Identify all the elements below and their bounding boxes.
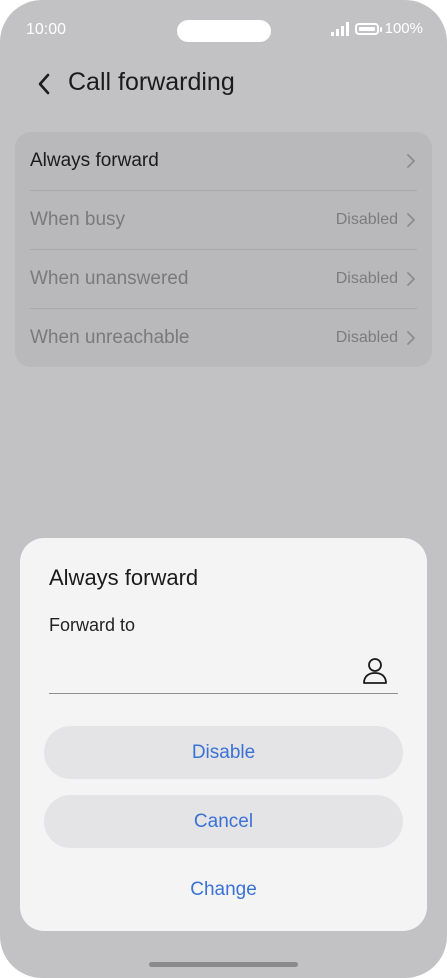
person-icon — [363, 658, 387, 684]
change-button[interactable]: Change — [44, 863, 403, 916]
list-item-label: Always forward — [30, 150, 159, 171]
chevron-left-icon — [38, 73, 50, 95]
status-icons: 100% — [330, 20, 423, 37]
list-item-when-unreachable[interactable]: When unreachable Disabled — [15, 309, 432, 367]
chevron-right-icon — [407, 154, 415, 168]
dialog-title: Always forward — [49, 565, 199, 590]
status-text: Disabled — [335, 211, 398, 228]
phone-screen: 10:00 100% Call forwarding Always forwar… — [0, 0, 447, 978]
list-item-label: When unanswered — [30, 268, 189, 289]
forward-to-input[interactable] — [49, 650, 353, 692]
cancel-button[interactable]: Cancel — [44, 795, 403, 848]
list-item-when-unanswered[interactable]: When unanswered Disabled — [15, 250, 432, 308]
forward-to-field — [49, 650, 398, 694]
forward-to-label: Forward to — [49, 615, 136, 635]
disable-button[interactable]: Disable — [44, 726, 403, 779]
home-indicator[interactable] — [149, 962, 298, 967]
always-forward-dialog: Always forward Forward to Disable Cancel… — [20, 538, 427, 931]
chevron-right-icon — [407, 213, 415, 227]
list-item-when-busy[interactable]: When busy Disabled — [15, 191, 432, 249]
battery-icon — [354, 22, 382, 35]
battery-percent: 100% — [384, 20, 423, 37]
status-text: Disabled — [335, 329, 398, 346]
status-text: Disabled — [335, 270, 398, 287]
forwarding-options-list: Always forward When busy Disabled When u… — [15, 132, 432, 367]
chevron-right-icon — [407, 331, 415, 345]
signal-icon — [330, 21, 349, 36]
camera-notch — [177, 20, 271, 42]
list-item-label: When unreachable — [30, 327, 190, 348]
list-item-label: When busy — [30, 209, 126, 230]
back-button[interactable] — [30, 70, 58, 98]
page-title: Call forwarding — [68, 68, 235, 96]
list-item-always-forward[interactable]: Always forward — [15, 132, 432, 190]
contacts-button[interactable] — [360, 656, 390, 686]
chevron-right-icon — [407, 272, 415, 286]
status-time: 10:00 — [26, 21, 67, 38]
